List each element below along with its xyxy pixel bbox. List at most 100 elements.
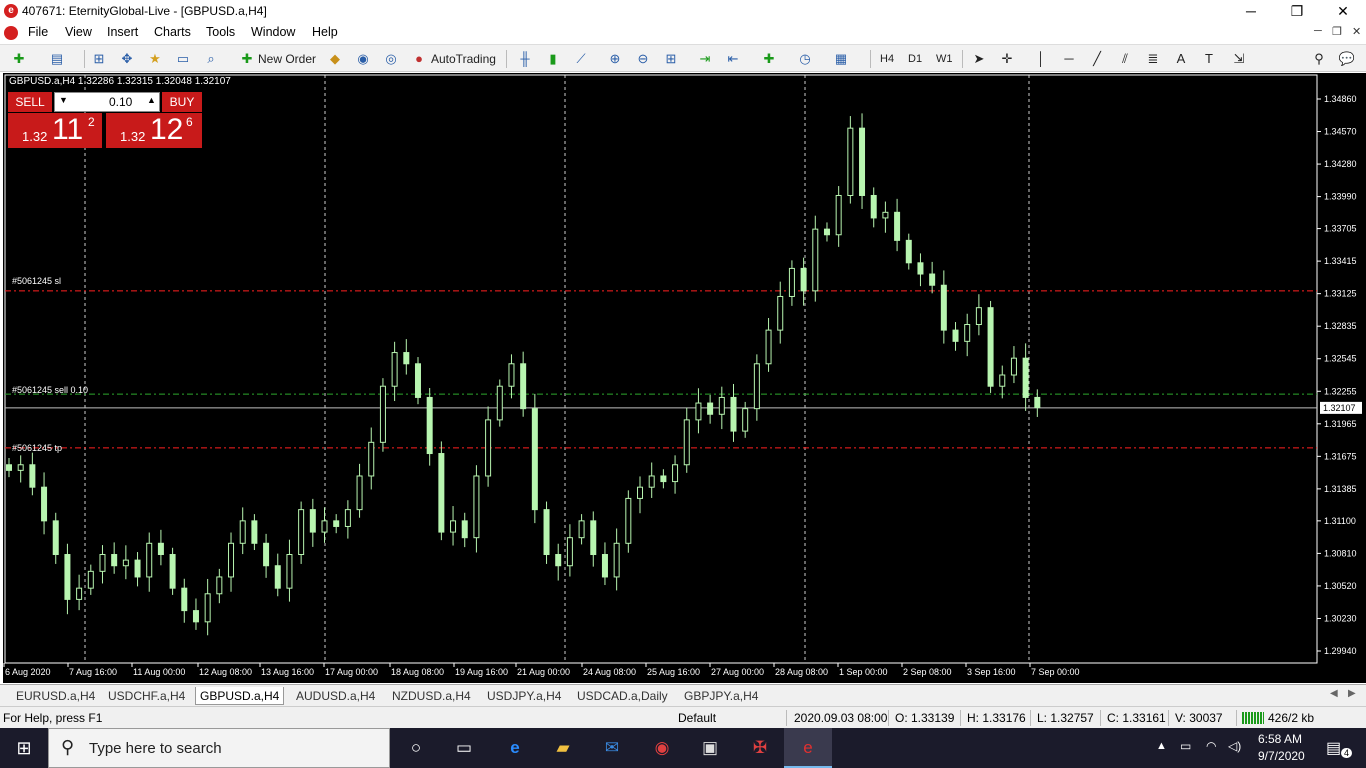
menu-tools[interactable]: Tools xyxy=(206,25,235,39)
tab-usdchf[interactable]: USDCHF.a,H4 xyxy=(104,687,189,705)
lot-size-stepper[interactable]: ▼ 0.10 ▲ xyxy=(54,92,160,112)
chart-shift-icon[interactable]: ⇥ xyxy=(696,50,714,68)
periods-icon[interactable]: ◷ xyxy=(796,50,814,68)
volume-icon[interactable]: ◁) xyxy=(1228,739,1241,753)
tab-nzdusd[interactable]: NZDUSD.a,H4 xyxy=(388,687,475,705)
candle-body-48 xyxy=(566,537,573,567)
tray-time[interactable]: 6:58 AM xyxy=(1258,732,1302,746)
bid-price-box[interactable]: 1.32 11 2 xyxy=(8,113,102,148)
tile-windows-icon[interactable]: ⊞ xyxy=(662,50,680,68)
mdi-restore-icon[interactable]: ❐ xyxy=(1332,25,1342,38)
autotrading-button[interactable]: AutoTrading xyxy=(431,49,496,69)
y-tick-label-9: 1.32255 xyxy=(1324,386,1357,396)
file-explorer-icon[interactable]: ▰ xyxy=(551,736,575,760)
minimize-button[interactable]: ─ xyxy=(1228,0,1274,22)
zoom-out-icon[interactable]: ⊖ xyxy=(634,50,652,68)
lot-decrease-icon[interactable]: ▼ xyxy=(59,95,68,105)
zoom-in-icon[interactable]: ⊕ xyxy=(606,50,624,68)
lot-size-value[interactable]: 0.10 xyxy=(109,95,132,109)
menu-file[interactable]: File xyxy=(28,25,48,39)
chart-canvas[interactable]: 1.34860 1.34570 1.34280 1.33990 1.33705 1.334… xyxy=(3,73,1366,683)
mdi-minimize-icon[interactable]: ─ xyxy=(1314,25,1322,37)
start-windows-icon[interactable]: ⊞ xyxy=(12,736,36,760)
menu-view[interactable]: View xyxy=(65,25,92,39)
maximize-button[interactable]: ❐ xyxy=(1274,0,1320,22)
autotrading-icon[interactable]: ● xyxy=(410,50,428,68)
chat-icon[interactable]: 💬 xyxy=(1338,50,1356,68)
equidistant-channel-icon[interactable]: ⫽ xyxy=(1116,50,1134,68)
timeframe-h4[interactable]: H4 xyxy=(880,49,894,69)
sell-button[interactable]: SELL xyxy=(8,92,52,112)
navigator-icon[interactable]: ★ xyxy=(146,50,164,68)
uk-flag-app-icon[interactable]: ✠ xyxy=(748,736,772,760)
timeframe-w1[interactable]: W1 xyxy=(936,49,953,69)
tab-eurusd[interactable]: EURUSD.a,H4 xyxy=(12,687,99,705)
signals-icon[interactable]: ◎ xyxy=(382,50,400,68)
tray-chevron-icon[interactable]: ▲ xyxy=(1156,740,1167,752)
text-icon[interactable]: A xyxy=(1172,50,1190,68)
tab-scroll-right-icon[interactable]: ▶ xyxy=(1348,688,1356,699)
tab-audusd[interactable]: AUDUSD.a,H4 xyxy=(292,687,379,705)
bar-chart-icon[interactable]: ╫ xyxy=(516,50,534,68)
menu-charts[interactable]: Charts xyxy=(154,25,191,39)
chart-area[interactable]: 1.34860 1.34570 1.34280 1.33990 1.33705 1.334… xyxy=(3,73,1366,683)
metatrader-taskbar-button[interactable]: e xyxy=(784,728,832,768)
edge-icon[interactable]: e xyxy=(503,736,527,760)
data-window-icon[interactable]: ✥ xyxy=(118,50,136,68)
menu-insert[interactable]: Insert xyxy=(107,25,138,39)
task-view-icon[interactable]: ▭ xyxy=(452,736,476,760)
candle-body-58 xyxy=(683,419,690,466)
notification-icon[interactable]: ▤ xyxy=(1326,738,1341,758)
vertical-line-icon[interactable]: │ xyxy=(1032,50,1050,68)
candlestick-icon[interactable]: ▮ xyxy=(544,50,562,68)
mdi-close-icon[interactable]: ✕ xyxy=(1352,25,1361,38)
candle-body-25 xyxy=(298,509,305,556)
menu-window[interactable]: Window xyxy=(251,25,295,39)
cortana-icon[interactable]: ○ xyxy=(404,736,428,760)
terminal-icon[interactable]: ▭ xyxy=(174,50,192,68)
text-label-icon[interactable]: T xyxy=(1200,50,1218,68)
menu-help[interactable]: Help xyxy=(312,25,338,39)
metaeditor-icon[interactable]: ◆ xyxy=(326,50,344,68)
templates-icon[interactable]: ▦ xyxy=(832,50,850,68)
buy-button[interactable]: BUY xyxy=(162,92,202,112)
tray-date[interactable]: 9/7/2020 xyxy=(1258,749,1305,763)
mail-icon[interactable]: ✉ xyxy=(600,736,624,760)
market-icon[interactable]: ◉ xyxy=(354,50,372,68)
notification-count: 4 xyxy=(1341,748,1353,758)
crosshair-icon[interactable]: ✛ xyxy=(998,50,1016,68)
tab-usdcad[interactable]: USDCAD.a,Daily xyxy=(573,687,672,705)
candle-body-27 xyxy=(321,520,328,533)
mdi-app-icon[interactable] xyxy=(4,26,18,40)
taskbar-search[interactable]: ⚲ Type here to search xyxy=(48,728,390,768)
ask-price-box[interactable]: 1.32 12 6 xyxy=(106,113,202,148)
search-icon[interactable]: ⚲ xyxy=(1310,50,1328,68)
arrows-icon[interactable]: ⇲ xyxy=(1230,50,1248,68)
new-order-button[interactable]: New Order xyxy=(258,49,316,69)
tab-gbpjpy[interactable]: GBPJPY.a,H4 xyxy=(680,687,762,705)
market-watch-icon[interactable]: ⊞ xyxy=(90,50,108,68)
store-icon[interactable]: ▣ xyxy=(698,736,722,760)
indicators-icon[interactable]: ✚ xyxy=(760,50,778,68)
wifi-icon[interactable]: ◠ xyxy=(1206,739,1216,753)
horizontal-line-icon[interactable]: ─ xyxy=(1060,50,1078,68)
tab-gbpusd[interactable]: GBPUSD.a,H4 xyxy=(195,687,285,705)
line-chart-icon[interactable]: ⟋ xyxy=(572,50,590,68)
strategy-tester-icon[interactable]: ⌕ xyxy=(202,50,220,68)
chrome-icon[interactable]: ◉ xyxy=(650,736,674,760)
fibonacci-icon[interactable]: ≣ xyxy=(1144,50,1162,68)
autoscroll-icon[interactable]: ⇤ xyxy=(724,50,742,68)
timeframe-d1[interactable]: D1 xyxy=(908,49,922,69)
tab-usdjpy[interactable]: USDJPY.a,H4 xyxy=(483,687,565,705)
new-order-icon[interactable]: ✚ xyxy=(238,50,256,68)
new-chart-icon[interactable]: ✚ xyxy=(10,50,28,68)
trendline-icon[interactable]: ╱ xyxy=(1088,50,1106,68)
close-button[interactable]: ✕ xyxy=(1320,0,1366,22)
profiles-icon[interactable]: ▤ xyxy=(48,50,66,68)
battery-icon[interactable]: ▭ xyxy=(1180,739,1191,753)
connection-icon[interactable] xyxy=(1242,712,1264,724)
candle-body-73 xyxy=(859,127,866,196)
cursor-icon[interactable]: ➤ xyxy=(970,50,988,68)
lot-increase-icon[interactable]: ▲ xyxy=(147,95,156,105)
tab-scroll-left-icon[interactable]: ◀ xyxy=(1330,688,1338,699)
